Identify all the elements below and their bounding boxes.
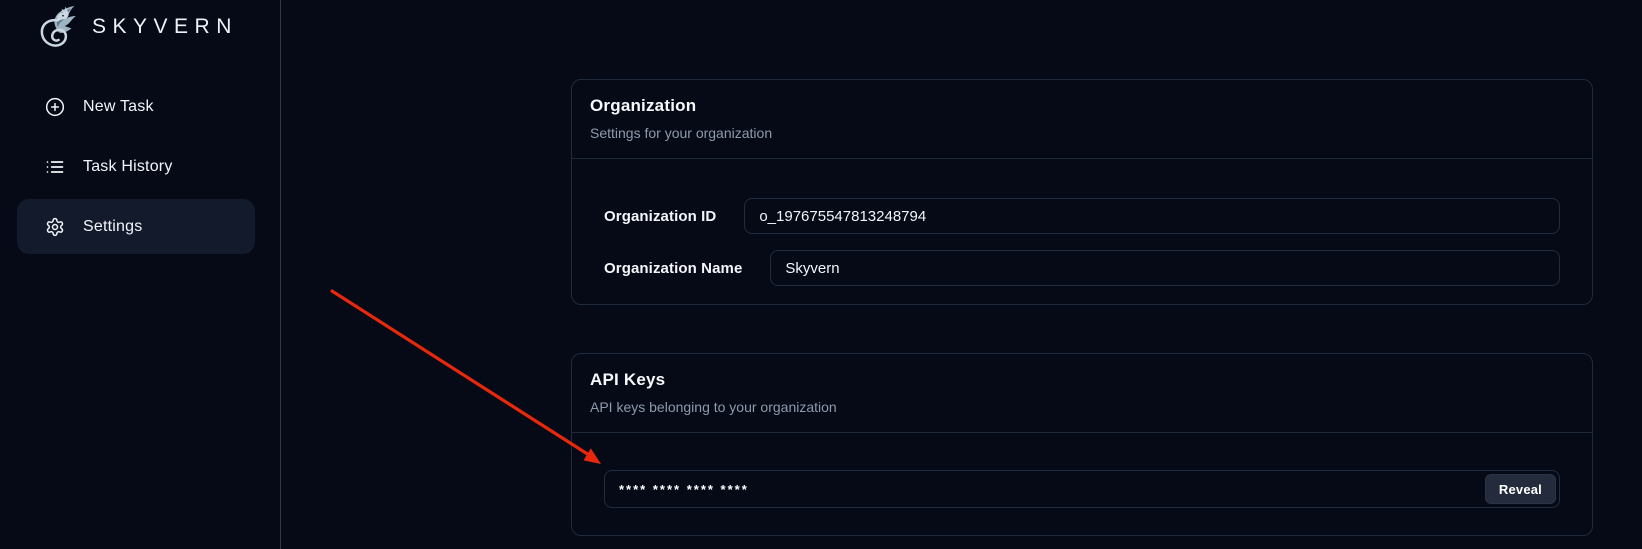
organization-name-label: Organization Name bbox=[604, 260, 742, 277]
organization-id-label: Organization ID bbox=[604, 208, 716, 225]
brand-wordmark: SKYVERN bbox=[92, 15, 238, 39]
sidebar-item-task-history[interactable]: Task History bbox=[17, 139, 255, 194]
nav-label: Settings bbox=[83, 218, 142, 236]
api-key-field: Reveal bbox=[604, 470, 1560, 508]
plus-circle-icon bbox=[45, 97, 65, 117]
api-keys-card-content: Reveal bbox=[572, 433, 1592, 508]
organization-card-title: Organization bbox=[590, 95, 1574, 117]
api-keys-card-header: API Keys API keys belonging to your orga… bbox=[572, 354, 1592, 433]
api-keys-card-title: API Keys bbox=[590, 369, 1574, 391]
organization-id-row: Organization ID bbox=[604, 198, 1560, 234]
organization-card: Organization Settings for your organizat… bbox=[571, 79, 1593, 305]
sidebar-nav: New Task Task History Settings bbox=[17, 79, 255, 259]
organization-card-content: Organization ID Organization Name bbox=[572, 159, 1592, 286]
gear-icon bbox=[45, 217, 65, 237]
sidebar-item-new-task[interactable]: New Task bbox=[17, 79, 255, 134]
annotation-arrow-shaft bbox=[332, 291, 589, 455]
brand-logo[interactable]: SKYVERN bbox=[36, 3, 238, 51]
api-keys-card-subtitle: API keys belonging to your organization bbox=[590, 398, 1574, 417]
nav-label: New Task bbox=[83, 98, 154, 116]
api-key-masked-input[interactable] bbox=[604, 470, 1560, 508]
organization-card-subtitle: Settings for your organization bbox=[590, 124, 1574, 143]
nav-label: Task History bbox=[83, 158, 173, 176]
sidebar-item-settings[interactable]: Settings bbox=[17, 199, 255, 254]
skyvern-dragon-icon bbox=[36, 3, 82, 51]
organization-name-input[interactable] bbox=[770, 250, 1560, 286]
list-icon bbox=[45, 157, 65, 177]
reveal-button[interactable]: Reveal bbox=[1485, 474, 1556, 504]
organization-card-header: Organization Settings for your organizat… bbox=[572, 80, 1592, 159]
organization-id-input[interactable] bbox=[744, 198, 1560, 234]
skyvern-settings-page: SKYVERN New Task Task History bbox=[0, 0, 1642, 549]
api-keys-card: API Keys API keys belonging to your orga… bbox=[571, 353, 1593, 536]
sidebar: SKYVERN New Task Task History bbox=[0, 0, 281, 549]
organization-name-row: Organization Name bbox=[604, 250, 1560, 286]
